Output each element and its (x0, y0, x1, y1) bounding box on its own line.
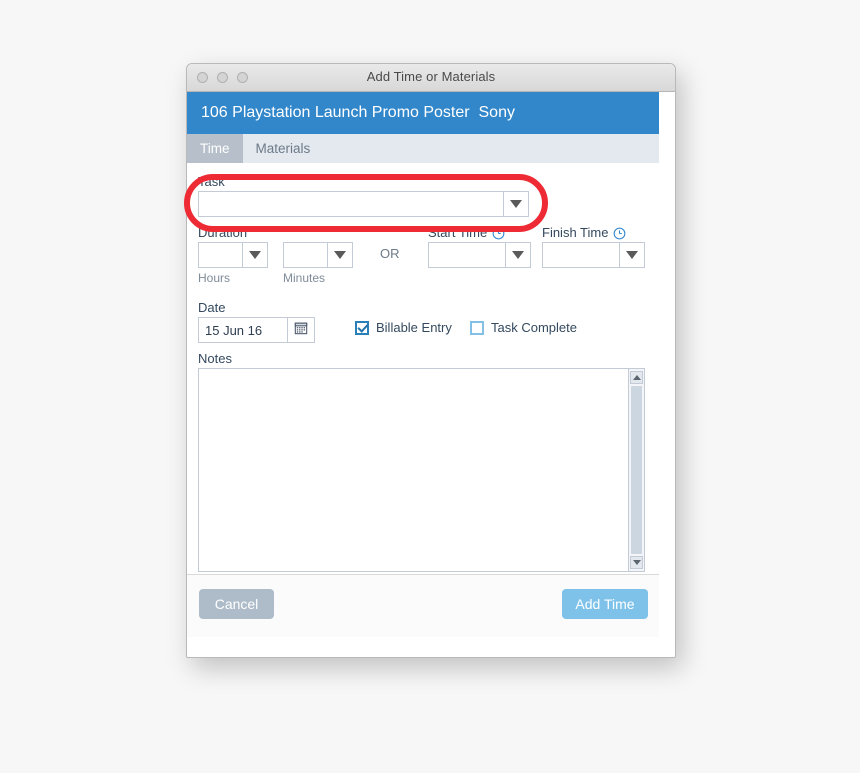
window-titlebar: Add Time or Materials (187, 64, 675, 92)
duration-minutes-dropdown-arrow[interactable] (327, 243, 352, 267)
duration-minutes-value (284, 243, 327, 267)
task-complete-checkbox-group[interactable]: Task Complete (470, 320, 577, 335)
start-time-value (429, 243, 505, 267)
notes-field[interactable] (198, 368, 645, 572)
task-dropdown-arrow[interactable] (503, 192, 528, 216)
duration-hours-select[interactable] (198, 242, 268, 268)
notes-scrollbar-thumb[interactable] (631, 386, 642, 554)
add-time-button[interactable]: Add Time (562, 589, 648, 619)
notes-textarea[interactable] (199, 369, 628, 571)
billable-entry-checkbox-group[interactable]: Billable Entry (355, 320, 452, 335)
chevron-down-icon (512, 251, 524, 259)
dialog-footer: Cancel Add Time (187, 575, 659, 637)
job-header-title: 106 Playstation Launch Promo Poster Sony (201, 104, 515, 121)
duration-hours-dropdown-arrow[interactable] (242, 243, 267, 267)
tab-time[interactable]: Time (187, 134, 243, 163)
duration-hours-value (199, 243, 242, 267)
or-separator: OR (380, 246, 400, 261)
time-entry-form: Task Duration Hours Minutes OR Start Tim… (187, 163, 659, 575)
date-field[interactable]: 15 Jun 16 (198, 317, 315, 343)
start-time-label: Start Time (428, 225, 488, 240)
scroll-down-button[interactable] (630, 556, 643, 569)
finish-time-value (543, 243, 619, 267)
add-time-or-materials-window: Add Time or Materials 106 Playstation La… (186, 63, 676, 658)
clock-icon (492, 227, 505, 240)
finish-time-label-group: Finish Time (542, 225, 626, 241)
task-select[interactable] (198, 191, 529, 217)
notes-scrollbar[interactable] (628, 369, 644, 571)
finish-time-label: Finish Time (542, 225, 609, 240)
clock-icon (613, 227, 626, 240)
task-select-value (199, 192, 503, 216)
notes-label: Notes (198, 351, 232, 366)
triangle-down-icon (632, 560, 641, 565)
date-value: 15 Jun 16 (205, 322, 263, 338)
task-label: Task (198, 174, 225, 189)
chevron-down-icon (510, 200, 522, 208)
chevron-down-icon (626, 251, 638, 259)
task-complete-label: Task Complete (491, 320, 577, 335)
tab-bar: Time Materials (187, 134, 659, 163)
start-time-select[interactable] (428, 242, 531, 268)
calendar-picker-button[interactable] (287, 318, 314, 342)
scroll-up-button[interactable] (630, 371, 643, 384)
task-complete-checkbox[interactable] (470, 320, 484, 335)
job-header-bar: 106 Playstation Launch Promo Poster Sony (187, 92, 659, 134)
billable-entry-label: Billable Entry (376, 320, 452, 335)
calendar-icon (294, 321, 308, 340)
finish-time-select[interactable] (542, 242, 645, 268)
duration-label: Duration (198, 225, 248, 240)
cancel-button[interactable]: Cancel (199, 589, 274, 619)
billable-entry-checkbox[interactable] (355, 320, 369, 335)
duration-minutes-select[interactable] (283, 242, 353, 268)
start-time-dropdown-arrow[interactable] (505, 243, 530, 267)
chevron-down-icon (249, 251, 261, 259)
start-time-label-group: Start Time (428, 225, 505, 241)
duration-minutes-sublabel: Minutes (283, 271, 326, 285)
finish-time-dropdown-arrow[interactable] (619, 243, 644, 267)
date-label: Date (198, 300, 226, 315)
tab-materials[interactable]: Materials (243, 134, 324, 163)
duration-hours-sublabel: Hours (198, 271, 231, 285)
triangle-up-icon (632, 375, 641, 380)
chevron-down-icon (334, 251, 346, 259)
window-title: Add Time or Materials (366, 69, 496, 84)
